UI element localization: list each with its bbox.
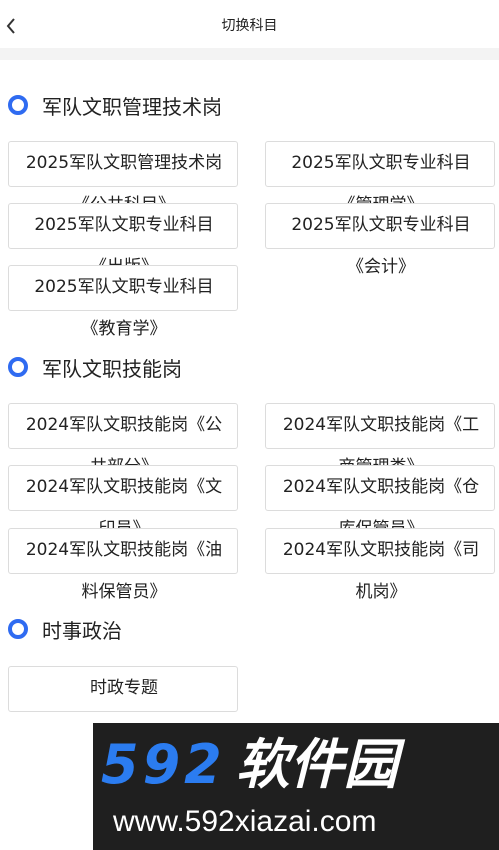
page-title: 切换科目 [221,18,278,34]
subject-card[interactable]: 2024军队文职技能岗《工 商管理类》 [265,403,495,477]
top-bar: 切换科目 [0,0,499,48]
subject-card[interactable]: 2024军队文职技能岗《司 机岗》 [265,528,495,602]
radio-dot-icon [8,95,28,115]
subject-card[interactable]: 2024军队文职技能岗《公 共部分》 [8,403,238,477]
radio-dot-icon [8,619,28,639]
section-title: 时事政治 [42,618,122,643]
section-header-management: 军队文职管理技术岗 [8,92,222,119]
subject-card[interactable]: 2024军队文职技能岗《仓 库保管员》 [265,465,495,539]
section-title: 军队文职技能岗 [42,356,182,381]
subject-card-title: 2025军队文职专业科目 [34,277,214,297]
subject-card-subtitle: 机岗》 [355,582,407,602]
subject-card-title: 2024军队文职技能岗《工 [282,415,480,435]
subject-card[interactable]: 2024军队文职技能岗《文 印员》 [8,465,238,539]
subject-card-subtitle: 《教育学》 [81,319,167,339]
subject-card-title: 2024军队文职技能岗《公 [25,415,223,435]
watermark-brand-name: 软件园 [235,733,398,796]
watermark-brand: 592 软件园 [101,735,398,795]
subject-card[interactable]: 2025军队文职专业科目 《会计》 [265,203,495,277]
subject-card-title: 2025军队文职专业科目 [34,215,214,235]
header-divider [0,48,499,60]
subject-card-title: 2025军队文职专业科目 [291,215,471,235]
subject-card[interactable]: 2024军队文职技能岗《油 料保管员》 [8,528,238,602]
radio-dot-icon [8,357,28,377]
subject-card[interactable]: 2025军队文职管理技术岗 《公共科目》 [8,141,238,215]
subject-card[interactable]: 2025军队文职专业科目 《教育学》 [8,265,238,339]
subject-card-subtitle: 《会计》 [347,257,415,277]
section-header-skills: 军队文职技能岗 [8,354,182,381]
subject-card-title: 2024军队文职技能岗《油 [25,540,223,560]
section-header-current-affairs: 时事政治 [8,616,122,643]
subject-card-title: 2025军队文职管理技术岗 [25,153,223,173]
section-title: 军队文职管理技术岗 [42,94,222,119]
watermark-logo: 592 软件园 www.592xiazai.com [93,723,499,850]
subject-card[interactable]: 时政专题 [8,666,238,712]
subject-card-title: 时政专题 [90,678,158,698]
watermark-url: www.592xiazai.com [113,805,377,838]
watermark-brand-number: 592 [101,733,226,796]
subject-card[interactable]: 2025军队文职专业科目 《管理学》 [265,141,495,215]
subject-card[interactable]: 2025军队文职专业科目 《出版》 [8,203,238,277]
subject-card-title: 2024军队文职技能岗《仓 [282,477,480,497]
subject-card-title: 2024军队文职技能岗《文 [25,477,223,497]
subject-card-title: 2025军队文职专业科目 [291,153,471,173]
subject-card-title: 2024军队文职技能岗《司 [282,540,480,560]
subject-card-subtitle: 料保管员》 [81,582,167,602]
